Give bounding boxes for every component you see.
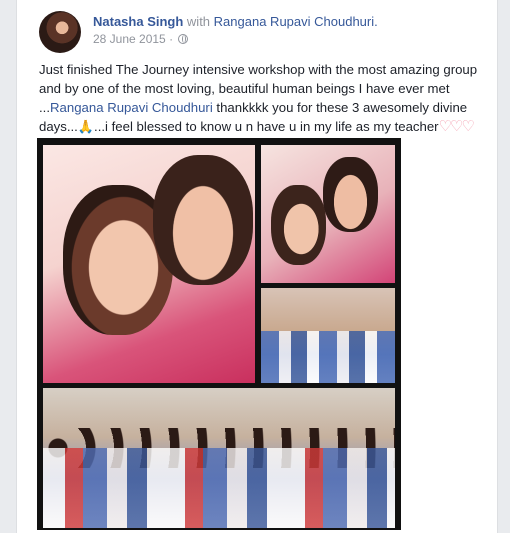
photo-selfie-main (43, 145, 255, 383)
post-card: Natasha Singh with Rangana Rupavi Choudh… (16, 0, 498, 533)
post-photo[interactable] (37, 138, 401, 530)
photo-group-large (43, 388, 395, 528)
with-text: with (186, 14, 211, 29)
post-text-part-3: ...i feel blessed to know u n have u in … (94, 119, 439, 134)
hearts-icon: ♡♡♡ (438, 118, 475, 135)
post-date-link[interactable]: 28 June 2015 · (93, 32, 173, 46)
post-meta: 28 June 2015 · (93, 32, 189, 46)
photo-selfie-small (261, 145, 395, 283)
author-name-link[interactable]: Natasha Singh (93, 14, 183, 29)
post-body: Just finished The Journey intensive work… (39, 60, 497, 136)
author-avatar[interactable] (39, 11, 81, 53)
globe-icon[interactable] (178, 34, 189, 44)
photo-group-small (261, 288, 395, 383)
tagged-person-link[interactable]: Rangana Rupavi Choudhuri. (214, 14, 378, 29)
post-mention-link[interactable]: Rangana Rupavi Choudhuri (50, 100, 213, 115)
post-header: Natasha Singh with Rangana Rupavi Choudh… (93, 14, 378, 29)
folded-hands-icon: 🙏 (77, 119, 95, 134)
